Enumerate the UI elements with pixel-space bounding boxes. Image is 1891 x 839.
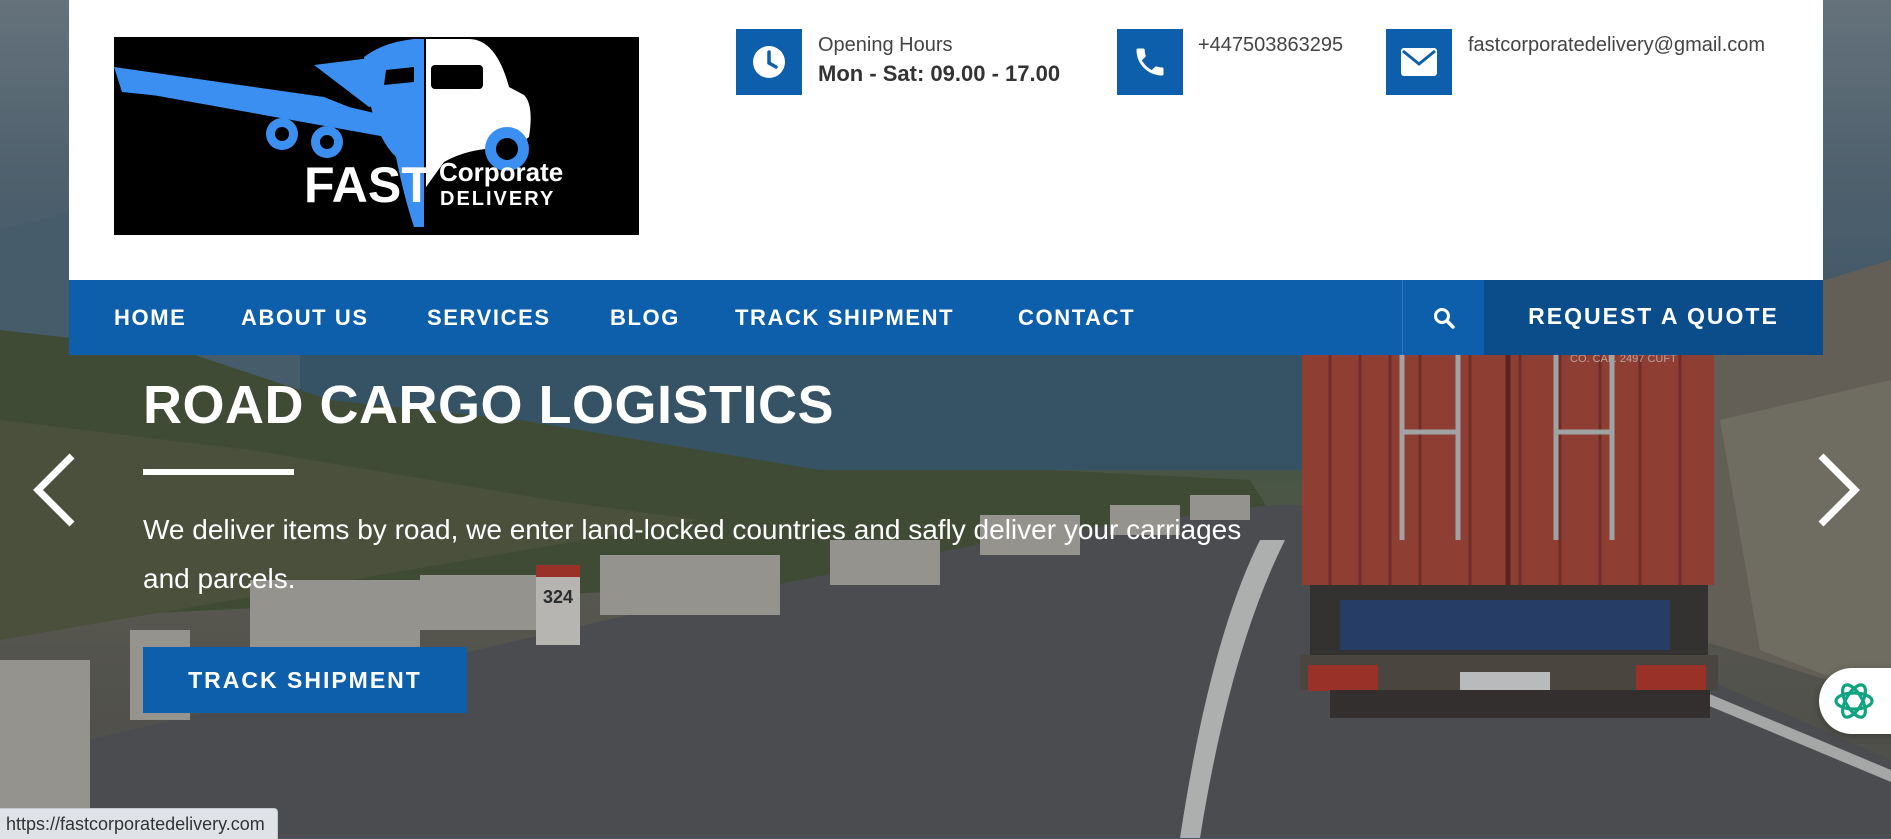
logo-word-delivery: DELIVERY [440, 188, 555, 210]
site-logo[interactable]: FAST Corporate DELIVERY [114, 37, 639, 235]
logo-word-fast: FAST [304, 157, 432, 213]
nav-item-contact[interactable]: CONTACT [1018, 280, 1135, 355]
phone-number[interactable]: +447503863295 [1198, 32, 1343, 58]
request-quote-button[interactable]: REQUEST A QUOTE [1484, 280, 1823, 355]
opening-hours-value: Mon - Sat: 09.00 - 17.00 [818, 61, 1061, 86]
slide-title: ROAD CARGO LOGISTICS [143, 375, 835, 435]
slider-prev-button[interactable] [30, 450, 80, 530]
nav-item-track-shipment[interactable]: TRACK SHIPMENT [735, 280, 954, 355]
chat-assistant-button[interactable] [1819, 668, 1891, 734]
envelope-icon [1386, 29, 1452, 95]
track-shipment-button[interactable]: TRACK SHIPMENT [143, 647, 467, 713]
main-navigation: HOME ABOUT US SERVICES BLOG TRACK SHIPME… [69, 280, 1823, 355]
browser-status-url: https://fastcorporatedelivery.com [0, 808, 278, 839]
nav-item-blog[interactable]: BLOG [610, 280, 680, 355]
site-header: FAST Corporate DELIVERY Opening Hours Mo… [69, 0, 1823, 280]
email-address[interactable]: fastcorporatedelivery@gmail.com [1468, 32, 1765, 58]
chevron-right-icon [1818, 453, 1860, 527]
logo-word-corporate: Corporate [439, 157, 563, 187]
logo-graphic: FAST Corporate DELIVERY [114, 39, 563, 227]
slide-description: We deliver items by road, we enter land-… [143, 514, 1242, 594]
opening-hours-label: Opening Hours [818, 34, 953, 56]
chat-assistant-icon [1834, 683, 1874, 719]
chevron-left-icon [33, 453, 75, 527]
phone-icon [1117, 29, 1183, 95]
slider-next-button[interactable] [1813, 450, 1863, 530]
nav-item-services[interactable]: SERVICES [427, 280, 551, 355]
clock-icon [736, 29, 802, 95]
search-button[interactable] [1402, 280, 1485, 355]
search-icon [1434, 307, 1455, 329]
title-underline [143, 469, 294, 475]
nav-item-home[interactable]: HOME [114, 280, 186, 355]
nav-item-about-us[interactable]: ABOUT US [241, 280, 369, 355]
